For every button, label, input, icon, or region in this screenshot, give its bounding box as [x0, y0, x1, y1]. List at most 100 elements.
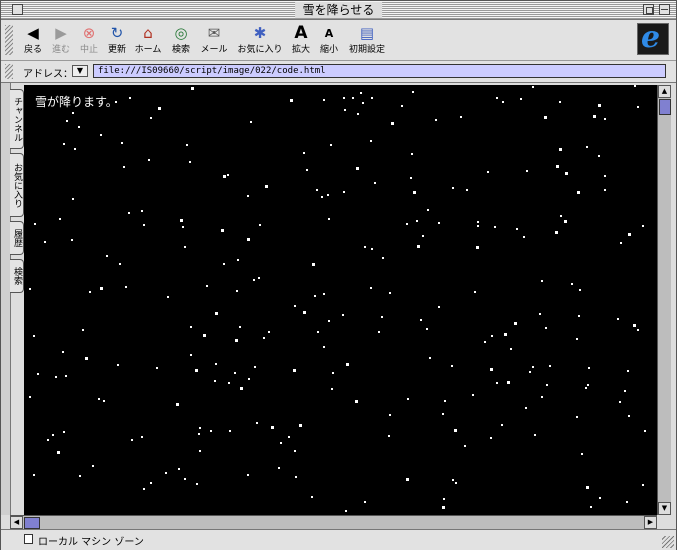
snowflake — [195, 369, 198, 372]
snowflake — [466, 189, 468, 191]
tab-channels[interactable]: チャンネル — [10, 89, 24, 149]
snowflake — [191, 87, 194, 90]
snowflake — [199, 450, 201, 452]
home-icon: ⌂ — [143, 24, 153, 42]
tab-search[interactable]: 検索 — [10, 259, 24, 293]
preferences-label: 初期設定 — [348, 45, 386, 55]
snowflake — [429, 357, 431, 359]
snowflake — [79, 475, 81, 477]
scroll-left-arrow[interactable]: ◀ — [10, 516, 23, 529]
snowflake — [117, 364, 119, 366]
preferences-button[interactable]: ▤ 初期設定 — [348, 25, 386, 56]
snowflake — [593, 115, 596, 118]
scroll-up-arrow[interactable]: ▲ — [658, 85, 671, 98]
enlarge-icon: A — [294, 23, 308, 43]
toolbar: ◀ 戻る ▶ 進む ⊗ 中止 ↻ 更新 ⌂ ホーム ◎ 検索 ✉ メール ✱ お — [1, 20, 676, 61]
snowflake — [343, 191, 345, 193]
favorites-button[interactable]: ✱ お気に入り — [237, 25, 282, 56]
snowflake — [381, 316, 383, 318]
snowflake — [637, 329, 639, 331]
snowflake — [477, 225, 479, 227]
tab-history[interactable]: 履歴 — [10, 221, 24, 255]
snowflake — [247, 474, 249, 476]
search-button[interactable]: ◎ 検索 — [172, 25, 190, 56]
snowflake — [165, 472, 167, 474]
enlarge-button[interactable]: A 拡大 — [292, 23, 310, 56]
snowflake — [66, 120, 68, 122]
snowflake — [355, 400, 358, 403]
snowflake — [532, 366, 534, 368]
stop-button[interactable]: ⊗ 中止 — [79, 24, 99, 56]
snowflake — [128, 212, 130, 214]
snowflake — [59, 218, 61, 220]
snowflake — [371, 97, 373, 99]
shrink-button[interactable]: A 縮小 — [320, 25, 338, 55]
mail-button[interactable]: ✉ メール — [200, 25, 228, 56]
snowflake — [370, 140, 372, 142]
snowflake — [598, 155, 600, 157]
snowflake — [100, 134, 102, 136]
stop-label: 中止 — [79, 45, 99, 55]
refresh-button[interactable]: ↻ 更新 — [108, 24, 126, 56]
snowflake — [293, 369, 296, 372]
vertical-scrollbar[interactable]: ▲ ▼ — [657, 85, 671, 515]
snowflake — [106, 255, 108, 257]
snowflake — [565, 172, 568, 175]
page-text: 雪が降ります。 — [35, 95, 118, 109]
snowflake — [452, 479, 454, 481]
scroll-right-arrow[interactable]: ▶ — [644, 516, 657, 529]
forward-button[interactable]: ▶ 進む — [52, 25, 70, 56]
snowflake — [539, 313, 541, 315]
snowflake — [523, 236, 525, 238]
snowflake — [619, 401, 621, 403]
snowflake — [626, 501, 628, 503]
address-input[interactable]: file:///IS09660/script/image/022/code.ht… — [93, 64, 666, 78]
snowflake — [370, 287, 372, 289]
snowflake — [401, 105, 403, 107]
zoom-box[interactable] — [643, 4, 654, 15]
snowflake — [184, 478, 186, 480]
snowflake — [317, 331, 319, 333]
toolbar-grip[interactable] — [5, 25, 13, 55]
snowflake — [227, 174, 229, 176]
vertical-scroll-thumb[interactable] — [659, 99, 671, 115]
snowflake — [627, 370, 629, 372]
snowflake — [346, 363, 349, 366]
close-box[interactable] — [12, 4, 23, 15]
refresh-icon: ↻ — [110, 24, 124, 42]
snowflake — [588, 367, 590, 369]
scroll-down-arrow[interactable]: ▼ — [658, 502, 671, 515]
snowflake — [119, 263, 121, 265]
stop-icon: ⊗ — [82, 24, 96, 42]
home-button[interactable]: ⌂ ホーム — [135, 24, 162, 56]
snowflake — [129, 97, 131, 99]
arrow-down-icon: ▼ — [661, 504, 668, 512]
address-grip[interactable] — [5, 64, 13, 79]
snowflake — [143, 488, 145, 490]
collapse-box[interactable] — [659, 4, 670, 15]
snowflake — [100, 287, 103, 290]
horizontal-scroll-thumb[interactable] — [24, 517, 40, 529]
snowflake — [389, 414, 391, 416]
arrow-left-icon: ◀ — [13, 518, 20, 526]
address-dropdown[interactable]: ▼ — [72, 65, 88, 77]
snowflake — [587, 384, 589, 386]
horizontal-scrollbar[interactable]: ◀ ▶ — [10, 515, 657, 529]
zone-icon — [24, 534, 33, 544]
snowflake — [576, 416, 578, 418]
snowflake — [417, 245, 420, 248]
mail-label: メール — [200, 45, 228, 55]
title-bar[interactable]: 雪を降らせる — [1, 1, 676, 20]
tab-favorites[interactable]: お気に入り — [10, 153, 24, 217]
snowflake — [71, 239, 73, 241]
snowflake — [303, 152, 305, 154]
snowflake — [644, 430, 646, 432]
snowflake — [143, 224, 145, 226]
back-button[interactable]: ◀ 戻る — [24, 25, 42, 56]
ie-logo[interactable]: e — [637, 20, 669, 55]
snowflake — [235, 339, 238, 342]
resize-handle[interactable] — [662, 536, 674, 548]
snowflake — [510, 348, 512, 350]
snowflake — [57, 451, 60, 454]
snowflake — [620, 242, 622, 244]
